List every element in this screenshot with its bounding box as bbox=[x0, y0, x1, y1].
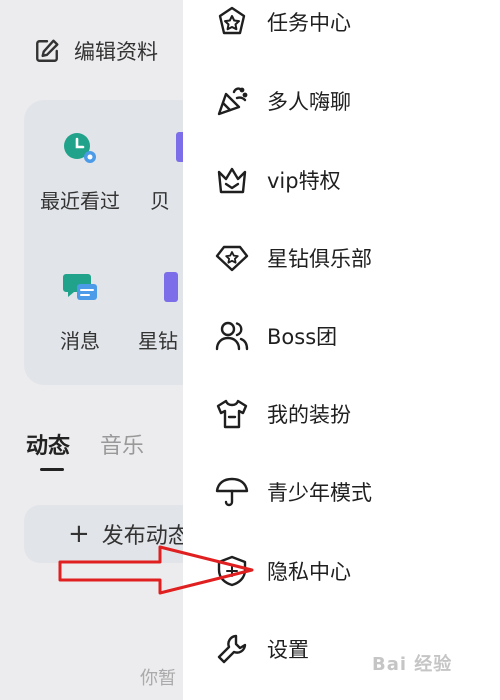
plus-icon: + bbox=[68, 519, 90, 549]
quick-item-label: 最近看过 bbox=[40, 189, 120, 213]
tab-music[interactable]: 音乐 bbox=[100, 428, 144, 471]
tshirt-icon bbox=[216, 399, 248, 429]
menu-item-task-center[interactable]: 任务中心 bbox=[215, 0, 351, 44]
menu-item-label: Boss团 bbox=[267, 325, 338, 349]
diamond-star-icon bbox=[215, 245, 249, 272]
quick-item-recent[interactable]: 最近看过 bbox=[20, 130, 140, 214]
crown-icon bbox=[217, 167, 247, 194]
edit-icon bbox=[36, 39, 59, 62]
tab-dynamic[interactable]: 动态 bbox=[26, 428, 70, 471]
menu-item-label: 任务中心 bbox=[267, 11, 351, 35]
menu-item-label: 我的装扮 bbox=[267, 403, 351, 427]
menu-item-group-chat[interactable]: 多人嗨聊 bbox=[215, 79, 351, 123]
side-drawer-menu: 任务中心 多人嗨聊 vip特权 星钻俱乐部 Boss团 我的装扮 青少年模式 隐… bbox=[183, 0, 500, 700]
menu-item-teen-mode[interactable]: 青少年模式 bbox=[215, 470, 372, 514]
baidu-watermark: Bai 经验 bbox=[372, 654, 453, 675]
menu-item-label: vip特权 bbox=[267, 169, 341, 193]
menu-item-vip[interactable]: vip特权 bbox=[215, 158, 341, 202]
menu-item-label: 青少年模式 bbox=[267, 481, 372, 505]
umbrella-icon bbox=[215, 477, 249, 507]
users-icon bbox=[215, 321, 249, 351]
menu-item-label: 星钻俱乐部 bbox=[267, 247, 372, 271]
menu-item-privacy-center[interactable]: 隐私中心 bbox=[215, 549, 351, 593]
menu-item-star-club[interactable]: 星钻俱乐部 bbox=[215, 236, 372, 280]
content-tabs: 动态 音乐 bbox=[26, 428, 144, 471]
quick-item-messages[interactable]: 消息 bbox=[20, 270, 140, 354]
menu-item-label: 隐私中心 bbox=[267, 560, 351, 584]
menu-item-boss-group[interactable]: Boss团 bbox=[215, 314, 337, 358]
menu-item-label: 设置 bbox=[267, 638, 309, 662]
party-popper-icon bbox=[217, 87, 248, 116]
chat-icon bbox=[63, 274, 97, 300]
menu-item-settings[interactable]: 设置 bbox=[215, 627, 309, 671]
edit-profile-button[interactable]: 编辑资料 bbox=[34, 34, 158, 68]
empty-hint-text: 你暂 bbox=[140, 668, 176, 689]
quick-item-label: 消息 bbox=[60, 329, 100, 353]
partial-icon bbox=[164, 272, 178, 302]
menu-item-my-outfit[interactable]: 我的装扮 bbox=[215, 392, 351, 436]
wrench-icon bbox=[217, 634, 247, 664]
edit-profile-label: 编辑资料 bbox=[74, 40, 158, 64]
clock-icon bbox=[64, 133, 96, 163]
menu-item-label: 多人嗨聊 bbox=[267, 90, 351, 114]
shield-icon bbox=[217, 555, 247, 587]
task-star-icon bbox=[218, 6, 246, 35]
post-dynamic-label: 发布动态 bbox=[101, 524, 190, 549]
